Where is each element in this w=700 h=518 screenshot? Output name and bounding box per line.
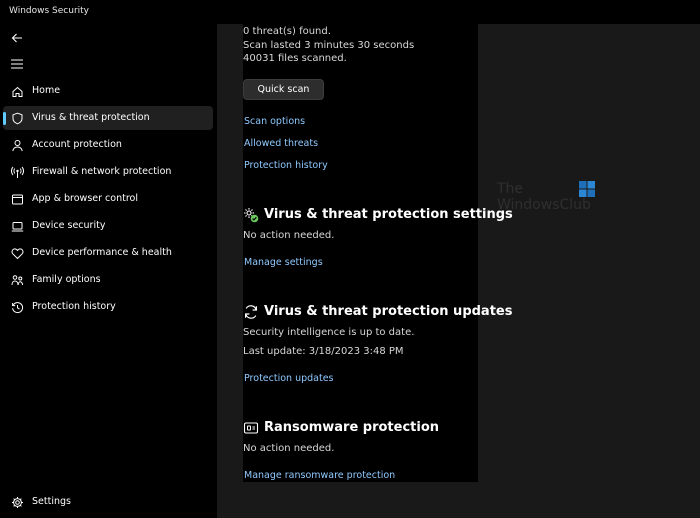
watermark-line2: WindowsClub — [497, 197, 591, 213]
settings-section-title: Virus & threat protection settings — [264, 207, 513, 222]
laptop-icon — [10, 219, 24, 233]
sidebar-item-label: Settings — [32, 496, 71, 507]
scan-options-link[interactable]: Scan options — [244, 116, 305, 127]
sidebar-item-app-browser-control[interactable]: App & browser control — [3, 187, 213, 211]
threats-found-text: 0 threat(s) found. — [243, 26, 331, 37]
sidebar-item-label: Firewall & network protection — [32, 166, 172, 177]
scan-duration-text: Scan lasted 3 minutes 30 seconds — [243, 40, 415, 51]
sidebar-item-label: Family options — [32, 274, 101, 285]
thewindowsclub-watermark: The WindowsClub — [497, 181, 601, 215]
sidebar-item-account-protection[interactable]: Account protection — [3, 133, 213, 157]
gear-icon — [10, 495, 24, 509]
home-icon — [10, 84, 24, 98]
protection-history-link[interactable]: Protection history — [244, 160, 328, 171]
title-bar: Windows Security — [0, 0, 700, 24]
sidebar-item-home[interactable]: Home — [3, 79, 213, 103]
ransomware-section-title: Ransomware protection — [264, 420, 440, 435]
allowed-threats-link[interactable]: Allowed threats — [244, 138, 318, 149]
ransomware-icon — [243, 422, 259, 434]
sidebar-item-label: Device security — [32, 220, 106, 231]
sidebar-item-family-options[interactable]: Family options — [3, 268, 213, 292]
watermark-line1: The — [497, 181, 524, 197]
last-update-text: Last update: 3/18/2023 3:48 PM — [243, 346, 404, 357]
sidebar-item-device-security[interactable]: Device security — [3, 214, 213, 238]
hamburger-icon — [11, 59, 23, 69]
sidebar-item-label: Device performance & health — [32, 247, 172, 258]
scrolled-text-fragment — [243, 13, 433, 19]
family-icon — [10, 273, 24, 287]
protection-updates-link[interactable]: Protection updates — [244, 373, 334, 384]
updates-section-title: Virus & threat protection updates — [264, 304, 513, 319]
sidebar-item-device-performance[interactable]: Device performance & health — [3, 241, 213, 265]
content-right-area — [478, 24, 700, 518]
wireless-icon — [10, 165, 24, 179]
sidebar-item-label: Home — [32, 85, 61, 96]
sidebar-item-settings[interactable]: Settings — [3, 490, 213, 514]
menu-button[interactable] — [8, 55, 26, 73]
settings-status-text: No action needed. — [243, 230, 335, 241]
ransomware-status-text: No action needed. — [243, 443, 335, 454]
shield-icon — [10, 111, 24, 125]
sidebar-item-label: Virus & threat protection — [32, 112, 150, 123]
heart-icon — [10, 246, 24, 260]
selection-indicator — [3, 112, 6, 125]
browser-window-icon — [10, 192, 24, 206]
back-button[interactable] — [8, 29, 26, 47]
app-title: Windows Security — [9, 6, 89, 16]
manage-settings-link[interactable]: Manage settings — [244, 257, 323, 268]
windows-logo-icon — [579, 181, 595, 197]
sidebar-item-label: Account protection — [32, 139, 122, 150]
sidebar-item-label: Protection history — [32, 301, 116, 312]
sidebar-item-virus-threat-protection[interactable]: Virus & threat protection — [3, 106, 213, 130]
settings-check-icon — [244, 208, 259, 223]
manage-ransomware-link[interactable]: Manage ransomware protection — [244, 470, 395, 481]
sidebar-item-protection-history[interactable]: Protection history — [3, 295, 213, 319]
files-scanned-text: 40031 files scanned. — [243, 53, 347, 64]
person-icon — [10, 138, 24, 152]
sidebar-item-label: App & browser control — [32, 193, 138, 204]
refresh-icon — [245, 305, 257, 319]
sidebar-item-firewall-network[interactable]: Firewall & network protection — [3, 160, 213, 184]
history-icon — [10, 300, 24, 314]
updates-status-text: Security intelligence is up to date. — [243, 327, 415, 338]
back-arrow-icon — [11, 33, 22, 43]
quick-scan-button[interactable]: Quick scan — [243, 79, 324, 100]
